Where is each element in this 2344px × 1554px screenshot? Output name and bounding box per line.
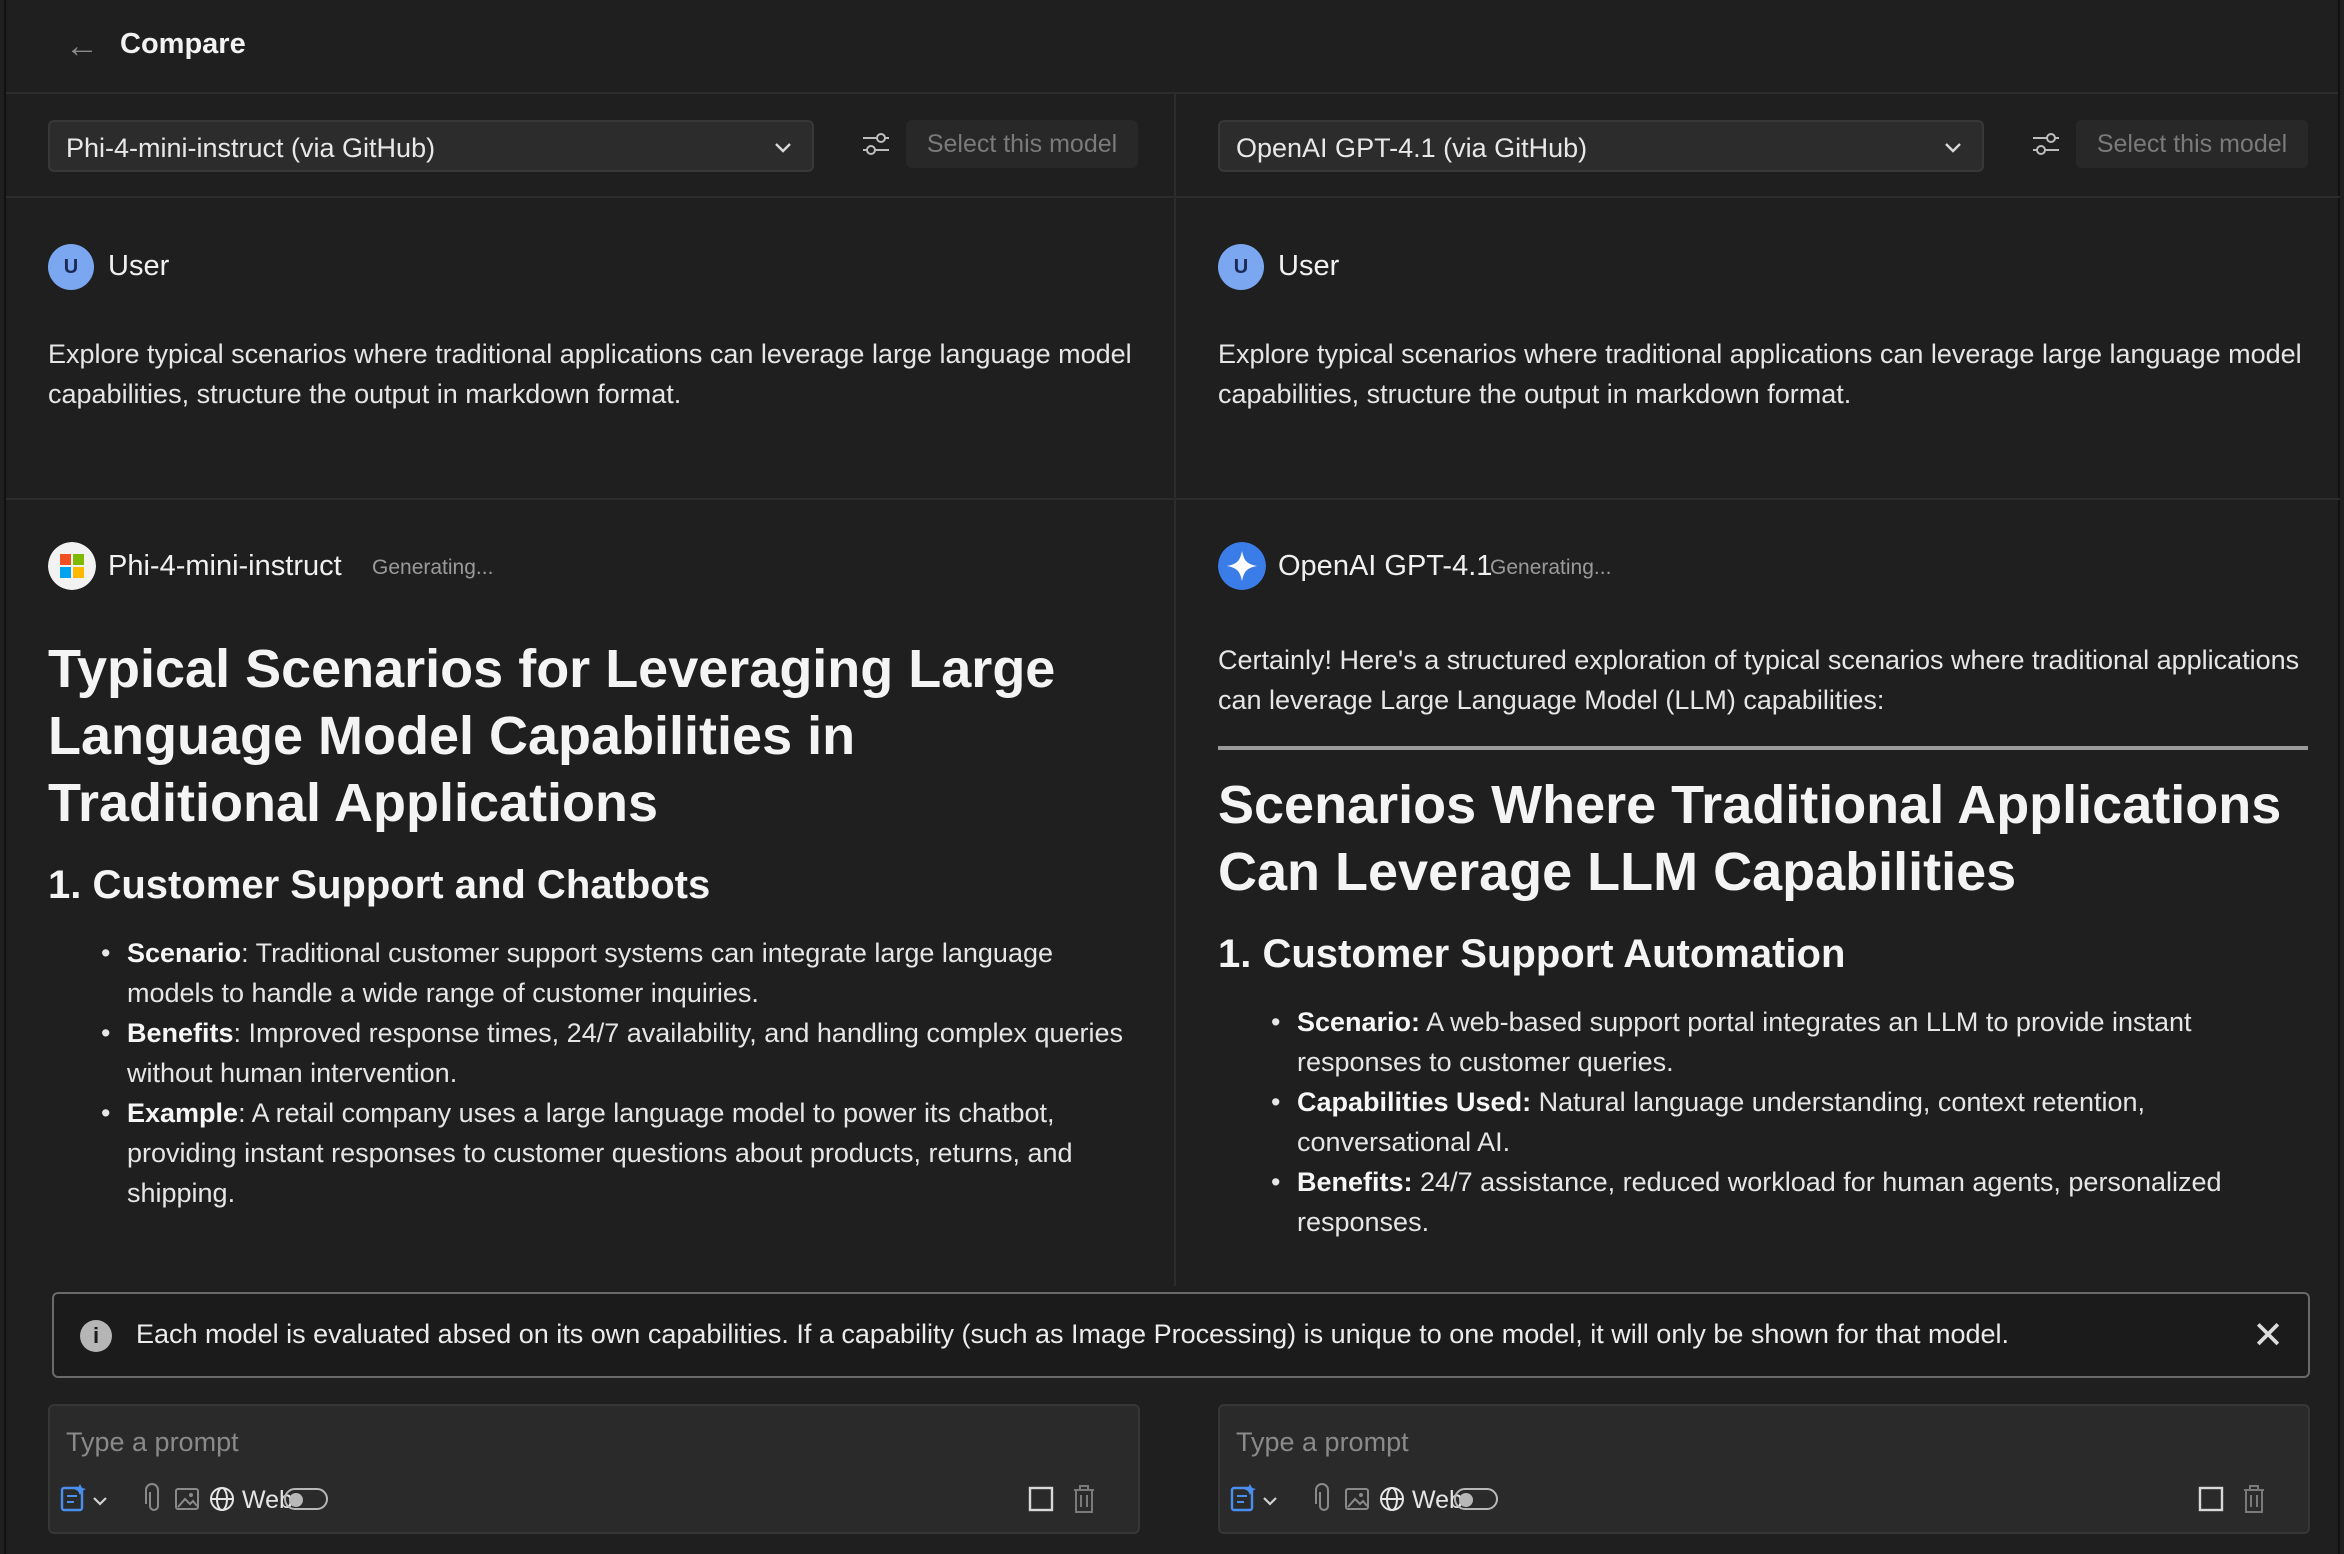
list-item-label: Benefits	[127, 1018, 234, 1048]
list-item: Benefits: 24/7 assistance, reduced workl…	[1271, 1162, 2308, 1242]
list-item-text: A retail company uses a large language m…	[127, 1098, 1073, 1208]
back-arrow-icon[interactable]: ←	[62, 26, 102, 66]
attach-paperclip-icon[interactable]	[142, 1482, 166, 1516]
prompt-tools-icon[interactable]	[1230, 1482, 1282, 1516]
microsoft-logo-icon	[48, 542, 96, 590]
response-intro: Certainly! Here's a structured explorati…	[1218, 645, 2300, 715]
model-name: OpenAI GPT-4.1	[1278, 550, 1493, 582]
user-avatar: U	[48, 244, 94, 290]
image-icon[interactable]	[172, 1482, 202, 1516]
compare-column-left: Phi-4-mini-instruct (via GitHub) Select …	[6, 94, 1176, 1286]
list-item: Benefits: Improved response times, 24/7 …	[101, 1013, 1138, 1093]
prompt-input[interactable]	[1234, 1424, 1838, 1460]
info-banner: i Each model is evaluated absed on its o…	[52, 1292, 2310, 1378]
toggle-knob	[289, 1493, 303, 1507]
model-name: Phi-4-mini-instruct	[108, 550, 342, 582]
model-dropdown-value: Phi-4-mini-instruct (via GitHub)	[66, 133, 436, 163]
sliders-settings-icon[interactable]	[2028, 126, 2064, 162]
trash-icon[interactable]	[2240, 1482, 2268, 1516]
response-list: Scenario: A web-based support portal int…	[1218, 1002, 2308, 1242]
list-item-text: Improved response times, 24/7 availabili…	[127, 1018, 1124, 1088]
prompt-composer-right: Web	[1218, 1404, 2310, 1534]
model-dropdown[interactable]: OpenAI GPT-4.1 (via GitHub)	[1218, 120, 1984, 172]
sliders-settings-icon[interactable]	[858, 126, 894, 162]
globe-icon	[210, 1487, 234, 1511]
top-bar: ← Compare	[6, 0, 2338, 94]
response-heading-1: Typical Scenarios for Leveraging Large L…	[48, 639, 1056, 833]
prompt-input[interactable]	[64, 1424, 668, 1460]
user-prompt-text: Explore typical scenarios where traditio…	[1218, 339, 2302, 409]
response-heading-2: 1. Customer Support Automation	[1218, 932, 1846, 976]
stop-square-icon[interactable]	[2196, 1482, 2226, 1516]
list-item-label: Scenario:	[1297, 1007, 1421, 1037]
list-item: Example: A retail company uses a large l…	[101, 1093, 1138, 1213]
user-name: User	[108, 250, 170, 282]
generating-status: Generating...	[372, 556, 494, 579]
divider	[1218, 746, 2308, 750]
toggle-knob	[1459, 1493, 1473, 1507]
banner-message: Each model is evaluated absed on its own…	[136, 1319, 2010, 1349]
response-list: Scenario: Traditional customer support s…	[48, 933, 1138, 1213]
user-prompt-text: Explore typical scenarios where traditio…	[48, 339, 1132, 409]
user-avatar: U	[1218, 244, 1264, 290]
response-content: Typical Scenarios for Leveraging Large L…	[48, 636, 1138, 1213]
list-item-text: 24/7 assistance, reduced workload for hu…	[1297, 1167, 2222, 1237]
list-item-label: Example	[127, 1098, 239, 1128]
list-item-label: Benefits:	[1297, 1167, 1413, 1197]
page-title: Compare	[120, 28, 246, 60]
compare-window: ← Compare Phi-4-mini-instruct (via GitHu…	[4, 0, 2340, 1554]
globe-icon	[1380, 1487, 1404, 1511]
generating-status: Generating...	[1490, 556, 1612, 579]
image-icon[interactable]	[1342, 1482, 1372, 1516]
web-toggle[interactable]	[284, 1488, 328, 1510]
list-item: Scenario: Traditional customer support s…	[101, 933, 1138, 1013]
response-heading-2: 1. Customer Support and Chatbots	[48, 863, 711, 907]
chevron-down-icon	[1945, 143, 1961, 153]
prompt-composer-left: Web	[48, 1404, 1140, 1534]
user-name: User	[1278, 250, 1340, 282]
close-icon[interactable]: ✕	[2248, 1316, 2288, 1356]
compare-column-right: OpenAI GPT-4.1 (via GitHub) Select this …	[1176, 94, 2340, 1286]
info-icon: i	[80, 1320, 112, 1352]
web-toggle[interactable]	[1454, 1488, 1498, 1510]
openai-sparkle-icon	[1218, 542, 1266, 590]
attach-paperclip-icon[interactable]	[1312, 1482, 1336, 1516]
model-dropdown[interactable]: Phi-4-mini-instruct (via GitHub)	[48, 120, 814, 172]
list-item-label: Scenario	[127, 938, 242, 968]
model-select-row: OpenAI GPT-4.1 (via GitHub) Select this …	[1176, 94, 2340, 198]
list-item-text: Traditional customer support systems can…	[127, 938, 1054, 1008]
list-item: Scenario: A web-based support portal int…	[1271, 1002, 2308, 1082]
model-select-row: Phi-4-mini-instruct (via GitHub) Select …	[6, 94, 1174, 198]
response-content: Certainly! Here's a structured explorati…	[1218, 640, 2308, 1242]
prompt-tools-icon[interactable]	[60, 1482, 112, 1516]
stop-square-icon[interactable]	[1026, 1482, 1056, 1516]
select-this-model-button[interactable]: Select this model	[906, 120, 1138, 168]
chevron-down-icon	[775, 143, 791, 153]
select-this-model-button[interactable]: Select this model	[2076, 120, 2308, 168]
model-dropdown-value: OpenAI GPT-4.1 (via GitHub)	[1236, 133, 1588, 163]
list-item: Capabilities Used: Natural language unde…	[1271, 1082, 2308, 1162]
trash-icon[interactable]	[1070, 1482, 1098, 1516]
response-heading-1: Scenarios Where Traditional Applications…	[1218, 775, 2282, 902]
list-item-label: Capabilities Used:	[1297, 1087, 1532, 1117]
list-item-text: A web-based support portal integrates an…	[1297, 1007, 2192, 1077]
